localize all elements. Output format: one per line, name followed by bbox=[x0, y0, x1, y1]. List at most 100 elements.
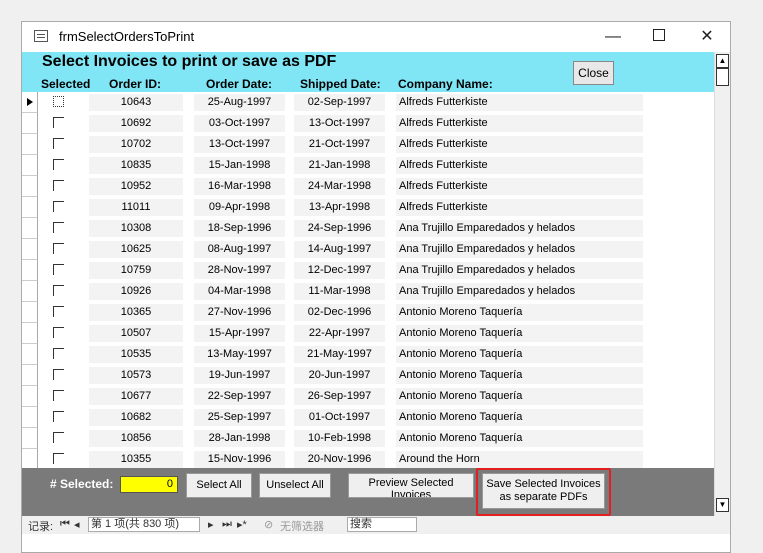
shipped-date-cell[interactable]: 14-Aug-1997 bbox=[294, 241, 385, 258]
order-date-cell[interactable]: 13-Oct-1997 bbox=[194, 136, 285, 153]
prev-record-icon[interactable]: ◂ bbox=[74, 518, 80, 531]
order-id-cell[interactable]: 10682 bbox=[89, 409, 183, 426]
record-selector[interactable] bbox=[22, 113, 38, 134]
order-date-cell[interactable]: 16-Mar-1998 bbox=[194, 178, 285, 195]
shipped-date-cell[interactable]: 21-Jan-1998 bbox=[294, 157, 385, 174]
table-row[interactable]: 10573 19-Jun-1997 20-Jun-1997 Antonio Moren… bbox=[22, 365, 714, 386]
company-name-cell[interactable]: Ana Trujillo Emparedados y helados bbox=[396, 262, 643, 279]
company-name-cell[interactable]: Alfreds Futterkiste bbox=[396, 136, 643, 153]
shipped-date-cell[interactable]: 01-Oct-1997 bbox=[294, 409, 385, 426]
shipped-date-cell[interactable]: 10-Feb-1998 bbox=[294, 430, 385, 447]
record-selector[interactable] bbox=[22, 134, 38, 155]
order-date-cell[interactable]: 13-May-1997 bbox=[194, 346, 285, 363]
company-name-cell[interactable]: Around the Horn bbox=[396, 451, 643, 468]
selected-checkbox[interactable] bbox=[53, 180, 64, 191]
company-name-cell[interactable]: Antonio Moreno Taquería bbox=[396, 346, 643, 363]
scroll-down-arrow-icon[interactable]: ▼ bbox=[716, 498, 729, 512]
selected-checkbox[interactable] bbox=[53, 432, 64, 443]
table-row[interactable]: 10625 08-Aug-1997 14-Aug-1997 Ana Trujillo … bbox=[22, 239, 714, 260]
record-selector[interactable] bbox=[22, 92, 38, 113]
preview-selected-invoices-button[interactable]: Preview Selected Invoices bbox=[348, 473, 474, 498]
record-selector[interactable] bbox=[22, 197, 38, 218]
shipped-date-cell[interactable]: 21-May-1997 bbox=[294, 346, 385, 363]
order-id-cell[interactable]: 10355 bbox=[89, 451, 183, 468]
company-name-cell[interactable]: Alfreds Futterkiste bbox=[396, 199, 643, 216]
order-date-cell[interactable]: 25-Sep-1997 bbox=[194, 409, 285, 426]
selected-checkbox[interactable] bbox=[53, 411, 64, 422]
company-name-cell[interactable]: Antonio Moreno Taquería bbox=[396, 430, 643, 447]
company-name-cell[interactable]: Ana Trujillo Emparedados y helados bbox=[396, 241, 643, 258]
order-date-cell[interactable]: 27-Nov-1996 bbox=[194, 304, 285, 321]
selected-checkbox[interactable] bbox=[53, 306, 64, 317]
selected-checkbox[interactable] bbox=[53, 390, 64, 401]
record-selector[interactable] bbox=[22, 428, 38, 449]
record-selector[interactable] bbox=[22, 260, 38, 281]
selected-checkbox[interactable] bbox=[53, 138, 64, 149]
company-name-cell[interactable]: Antonio Moreno Taquería bbox=[396, 325, 643, 342]
selected-checkbox[interactable] bbox=[53, 117, 64, 128]
maximize-button[interactable] bbox=[636, 22, 682, 52]
no-filter-label[interactable]: 无筛选器 bbox=[280, 518, 324, 534]
shipped-date-cell[interactable]: 12-Dec-1997 bbox=[294, 262, 385, 279]
company-name-cell[interactable]: Alfreds Futterkiste bbox=[396, 94, 643, 111]
record-selector[interactable] bbox=[22, 239, 38, 260]
shipped-date-cell[interactable]: 20-Jun-1997 bbox=[294, 367, 385, 384]
company-name-cell[interactable]: Ana Trujillo Emparedados y helados bbox=[396, 220, 643, 237]
new-record-icon[interactable]: ▸* bbox=[237, 518, 247, 531]
record-position-field[interactable]: 第 1 项(共 830 项) bbox=[88, 517, 200, 532]
table-row[interactable]: 10759 28-Nov-1997 12-Dec-1997 Ana Trujillo … bbox=[22, 260, 714, 281]
selected-checkbox[interactable] bbox=[53, 201, 64, 212]
shipped-date-cell[interactable]: 21-Oct-1997 bbox=[294, 136, 385, 153]
company-name-cell[interactable]: Antonio Moreno Taquería bbox=[396, 367, 643, 384]
order-date-cell[interactable]: 09-Apr-1998 bbox=[194, 199, 285, 216]
order-id-cell[interactable]: 10308 bbox=[89, 220, 183, 237]
record-selector[interactable] bbox=[22, 281, 38, 302]
unselect-all-button[interactable]: Unselect All bbox=[259, 473, 331, 498]
horizontal-scrollbar[interactable] bbox=[422, 519, 712, 531]
table-row[interactable]: 10856 28-Jan-1998 10-Feb-1998 Antonio Moren… bbox=[22, 428, 714, 449]
order-id-cell[interactable]: 10952 bbox=[89, 178, 183, 195]
scroll-thumb[interactable] bbox=[716, 68, 729, 86]
order-id-cell[interactable]: 10926 bbox=[89, 283, 183, 300]
order-id-cell[interactable]: 10702 bbox=[89, 136, 183, 153]
record-selector[interactable] bbox=[22, 302, 38, 323]
order-date-cell[interactable]: 25-Aug-1997 bbox=[194, 94, 285, 111]
order-id-cell[interactable]: 10692 bbox=[89, 115, 183, 132]
order-date-cell[interactable]: 22-Sep-1997 bbox=[194, 388, 285, 405]
table-row[interactable]: 10507 15-Apr-1997 22-Apr-1997 Antonio Moren… bbox=[22, 323, 714, 344]
table-row[interactable]: 10535 13-May-1997 21-May-1997 Antonio Moren… bbox=[22, 344, 714, 365]
shipped-date-cell[interactable]: 11-Mar-1998 bbox=[294, 283, 385, 300]
selected-checkbox[interactable] bbox=[53, 453, 64, 464]
shipped-date-cell[interactable]: 22-Apr-1997 bbox=[294, 325, 385, 342]
table-row[interactable]: 10692 03-Oct-1997 13-Oct-1997 Alfreds Futte… bbox=[22, 113, 714, 134]
order-date-cell[interactable]: 08-Aug-1997 bbox=[194, 241, 285, 258]
record-selector[interactable] bbox=[22, 365, 38, 386]
order-date-cell[interactable]: 15-Nov-1996 bbox=[194, 451, 285, 468]
table-row[interactable]: 10702 13-Oct-1997 21-Oct-1997 Alfreds Futte… bbox=[22, 134, 714, 155]
window-close-button[interactable]: ✕ bbox=[684, 22, 730, 52]
shipped-date-cell[interactable]: 02-Dec-1996 bbox=[294, 304, 385, 321]
table-row[interactable]: 10308 18-Sep-1996 24-Sep-1996 Ana Trujillo … bbox=[22, 218, 714, 239]
company-name-cell[interactable]: Antonio Moreno Taquería bbox=[396, 388, 643, 405]
order-date-cell[interactable]: 15-Apr-1997 bbox=[194, 325, 285, 342]
table-row[interactable]: 10682 25-Sep-1997 01-Oct-1997 Antonio Moren… bbox=[22, 407, 714, 428]
shipped-date-cell[interactable]: 20-Nov-1996 bbox=[294, 451, 385, 468]
selected-count-field[interactable]: 0 bbox=[120, 476, 178, 493]
record-selector[interactable] bbox=[22, 407, 38, 428]
order-date-cell[interactable]: 19-Jun-1997 bbox=[194, 367, 285, 384]
order-date-cell[interactable]: 15-Jan-1998 bbox=[194, 157, 285, 174]
shipped-date-cell[interactable]: 24-Mar-1998 bbox=[294, 178, 385, 195]
minimize-button[interactable]: — bbox=[590, 22, 636, 52]
table-row[interactable]: 10952 16-Mar-1998 24-Mar-1998 Alfreds Futte… bbox=[22, 176, 714, 197]
last-record-icon[interactable]: ⏭ bbox=[222, 518, 232, 531]
order-id-cell[interactable]: 10573 bbox=[89, 367, 183, 384]
record-selector[interactable] bbox=[22, 386, 38, 407]
selected-checkbox[interactable] bbox=[53, 243, 64, 254]
selected-checkbox[interactable] bbox=[53, 264, 64, 275]
record-selector[interactable] bbox=[22, 155, 38, 176]
order-date-cell[interactable]: 28-Nov-1997 bbox=[194, 262, 285, 279]
company-name-cell[interactable]: Alfreds Futterkiste bbox=[396, 178, 643, 195]
company-name-cell[interactable]: Antonio Moreno Taquería bbox=[396, 409, 643, 426]
shipped-date-cell[interactable]: 13-Oct-1997 bbox=[294, 115, 385, 132]
order-id-cell[interactable]: 10856 bbox=[89, 430, 183, 447]
